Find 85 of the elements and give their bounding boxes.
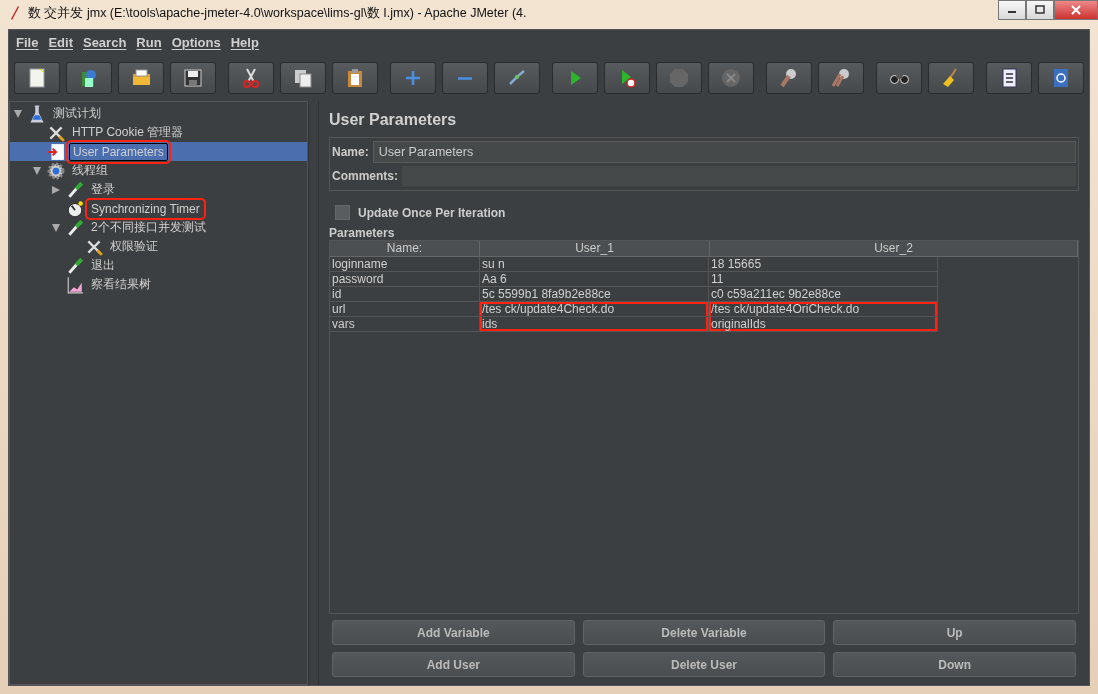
menu-item[interactable]: Search <box>77 33 132 52</box>
table-cell: 18 15665 <box>709 257 938 272</box>
toolbar-button[interactable] <box>928 62 974 94</box>
toolbar-button[interactable] <box>228 62 274 94</box>
name-field[interactable]: User Parameters <box>372 141 1076 163</box>
minus-icon <box>458 76 472 80</box>
table-cell: originalIds <box>709 317 938 332</box>
action-button[interactable]: Delete Variable <box>582 620 826 645</box>
gear-icon <box>47 161 65 180</box>
table-cell: /tes ck/update4OriCheck.do <box>709 302 938 317</box>
menu-item[interactable]: Options <box>166 33 226 52</box>
toolbar-button[interactable] <box>818 62 864 94</box>
toolbar-button[interactable] <box>876 62 922 94</box>
document-arrow-icon <box>47 142 65 161</box>
toolbar-button[interactable] <box>170 62 216 94</box>
chart-icon <box>66 275 84 294</box>
parameters-label: Parameters <box>329 226 396 240</box>
stopwatch-icon <box>66 199 84 218</box>
table-cell: ids <box>480 317 709 332</box>
expanded-caret-icon[interactable] <box>52 223 60 232</box>
maximize-icon <box>1035 5 1045 15</box>
tree-item[interactable]: 测试计划 <box>50 104 104 123</box>
expanded-caret-icon[interactable] <box>33 166 41 175</box>
comments-label: Comments: <box>332 169 398 183</box>
pipette-icon <box>66 256 84 275</box>
table-cell: vars <box>330 317 480 332</box>
table-cell: id <box>330 287 480 302</box>
stop-sign-icon <box>667 66 691 90</box>
menu-item[interactable]: Edit <box>43 33 78 52</box>
table-cell: 11 <box>709 272 938 287</box>
splitter-handle[interactable] <box>308 101 319 685</box>
pipette-icon <box>66 180 84 199</box>
toolbar-button[interactable] <box>604 62 650 94</box>
menu-item[interactable]: Run <box>131 33 167 52</box>
action-button[interactable]: Up <box>833 620 1076 645</box>
tree-item[interactable]: 线程组 <box>69 161 111 180</box>
binoculars-icon <box>889 72 909 84</box>
table-cell: password <box>330 272 480 287</box>
update-once-checkbox[interactable]: Update Once Per Iteration <box>335 205 506 220</box>
column-header[interactable]: User_2 <box>710 241 1078 256</box>
tree-item[interactable]: 登录 <box>88 180 118 199</box>
tree-item[interactable]: 退出 <box>88 256 118 275</box>
toolbar-button[interactable] <box>14 62 60 94</box>
table-cell: loginname <box>330 257 480 272</box>
window-title: 数 交并发 jmx (E:\tools\apache-jmeter-4.0\workspace\lims-gl\数 I.jmx) - Apache JMeter (4. <box>28 4 528 22</box>
feather-icon <box>8 5 20 21</box>
maximize-button[interactable] <box>1026 0 1054 20</box>
close-icon <box>1071 5 1081 15</box>
table-cell: 5c 5599b1 8fa9b2e88ce <box>480 287 709 302</box>
column-header[interactable]: Name: <box>330 241 480 256</box>
toolbar-button[interactable] <box>986 62 1032 94</box>
tree-item[interactable]: 2个不同接口并发测试 <box>88 218 209 237</box>
action-button[interactable]: Add User <box>332 652 575 677</box>
toolbar-button[interactable] <box>1038 62 1084 94</box>
action-button[interactable]: Delete User <box>582 652 826 677</box>
minimize-button[interactable] <box>998 0 1026 20</box>
toolbar-button[interactable] <box>66 62 112 94</box>
toolbar-button[interactable] <box>494 62 540 94</box>
name-label: Name: <box>332 145 369 159</box>
checkbox-square[interactable] <box>335 205 350 220</box>
table-cell: /tes ck/update4Check.do <box>480 302 709 317</box>
column-header[interactable]: User_1 <box>480 241 710 256</box>
table-cell: Aa 6 <box>480 272 709 287</box>
collapsed-caret-icon[interactable] <box>52 185 60 194</box>
close-button[interactable] <box>1054 0 1098 20</box>
toolbar-button[interactable] <box>332 62 378 94</box>
toolbar-button[interactable] <box>766 62 812 94</box>
toolbar-button[interactable] <box>280 62 326 94</box>
expanded-caret-icon[interactable] <box>14 109 22 118</box>
menu-item[interactable]: File <box>11 33 44 52</box>
tree-item[interactable]: 权限验证 <box>107 237 161 256</box>
table-cell: c0 c59a211ec 9b2e88ce <box>709 287 938 302</box>
table-cell: su n <box>480 257 709 272</box>
tree-item[interactable]: HTTP Cookie 管理器 <box>69 123 187 142</box>
toolbar-button[interactable] <box>118 62 164 94</box>
tree-item[interactable]: 察看结果树 <box>88 275 154 294</box>
flask-icon <box>28 104 46 123</box>
tree-item[interactable]: Synchronizing Timer <box>88 200 203 217</box>
menu-item[interactable]: Help <box>225 33 264 52</box>
action-button[interactable]: Down <box>833 652 1076 677</box>
panel-title: User Parameters <box>329 111 458 129</box>
pipette-icon <box>66 218 84 237</box>
action-button[interactable]: Add Variable <box>332 620 575 645</box>
table-cell: url <box>330 302 480 317</box>
shutdown-icon <box>719 66 743 90</box>
